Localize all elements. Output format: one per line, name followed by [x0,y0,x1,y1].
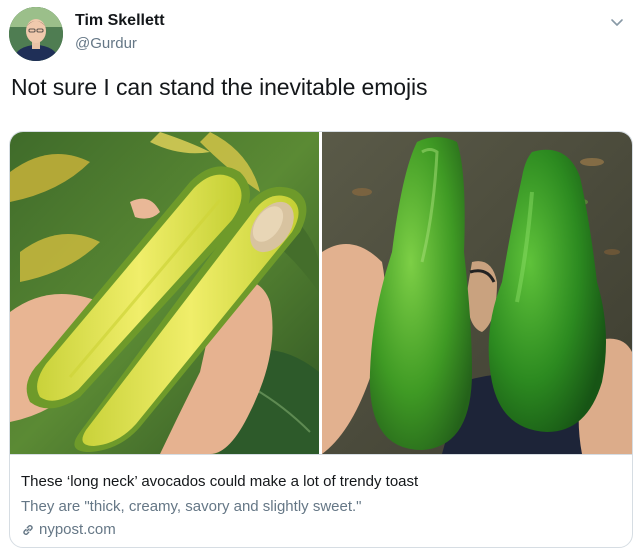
photo-halved-avocado [10,132,319,454]
tweet-text: Not sure I can stand the inevitable emoj… [11,74,428,100]
card-title[interactable]: These ‘long neck’ avocados could make a … [21,473,418,490]
photo-whole-avocados [322,132,632,454]
avatar[interactable] [9,7,63,61]
card-photos[interactable] [10,132,632,454]
card-body[interactable]: These ‘long neck’ avocados could make a … [10,454,632,547]
card-description: They are "thick, creamy, savory and slig… [21,498,362,515]
card-domain[interactable]: nypost.com [21,521,116,538]
card-domain-text[interactable]: nypost.com [39,521,116,538]
link-card[interactable]: These ‘long neck’ avocados could make a … [9,131,633,548]
tweet: Tim Skellett @Gurdur Not sure I can stan… [0,0,640,560]
chevron-down-icon[interactable] [606,11,628,33]
link-icon [21,523,35,537]
user-name[interactable]: Tim Skellett [75,12,165,30]
user-handle[interactable]: @Gurdur [75,35,137,52]
